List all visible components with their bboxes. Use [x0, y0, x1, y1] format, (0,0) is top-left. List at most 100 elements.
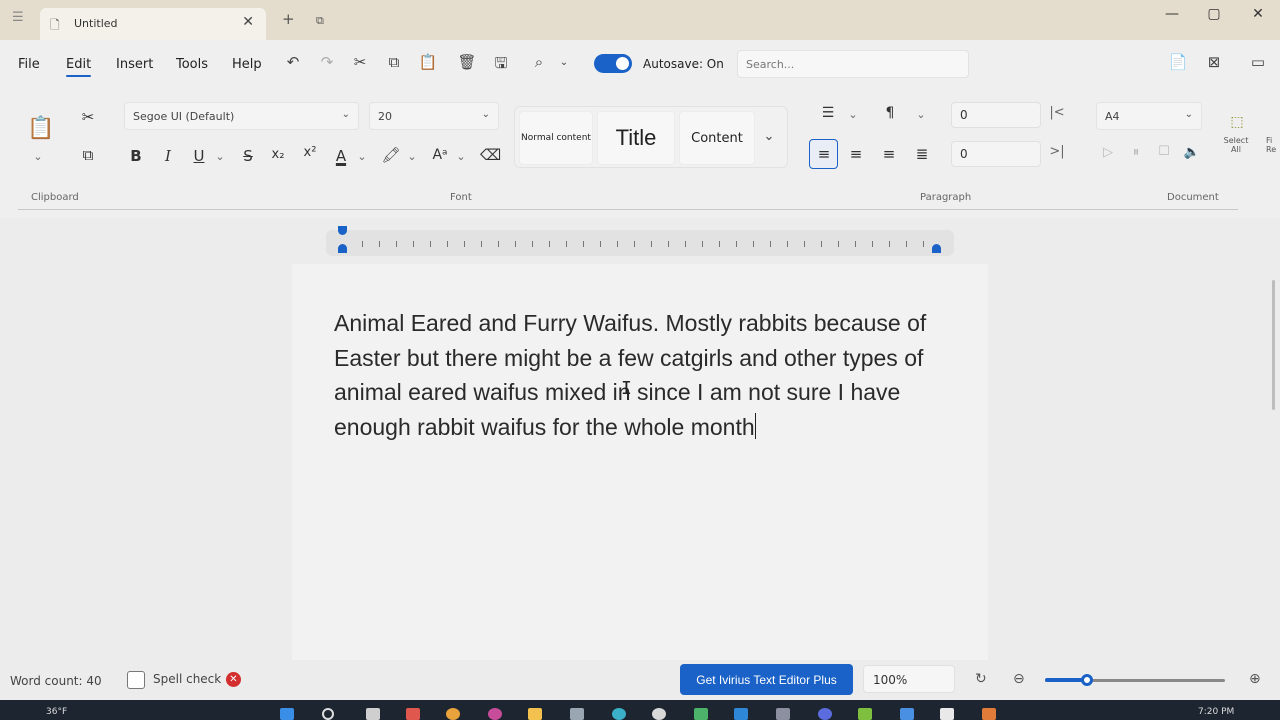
volume-icon[interactable]: 🔈 — [1182, 145, 1202, 160]
save-icon[interactable]: 🖫 — [491, 53, 511, 78]
document-tab[interactable]: 🗋 Untitled ✕ — [40, 8, 266, 40]
app-icon-7[interactable] — [818, 708, 832, 720]
underline-icon[interactable]: U — [189, 147, 209, 165]
app-icon-10[interactable] — [940, 708, 954, 720]
align-center-icon[interactable]: ≡ — [846, 145, 866, 163]
menu-tools[interactable]: Tools — [176, 57, 208, 72]
task-view-icon[interactable] — [366, 708, 380, 720]
zoom-slider-thumb[interactable] — [1081, 674, 1093, 686]
first-line-indent-marker[interactable] — [338, 226, 347, 235]
tab-manage-icon[interactable]: ⧉ — [316, 14, 324, 28]
cut-icon[interactable]: ✂ — [78, 108, 98, 126]
menu-file[interactable]: File — [18, 57, 40, 72]
app-menu-icon[interactable]: ☰ — [12, 10, 28, 26]
browser-icon[interactable] — [446, 708, 460, 720]
text-editor-taskbar-icon[interactable] — [570, 708, 584, 720]
delete-icon[interactable]: 🗑 — [457, 53, 477, 71]
stop-icon[interactable]: ☐ — [1154, 144, 1174, 159]
font-color-icon[interactable]: A — [331, 147, 351, 165]
menu-insert[interactable]: Insert — [116, 57, 153, 72]
settings-panel-icon[interactable]: ⊠ — [1204, 53, 1224, 71]
menu-help[interactable]: Help — [232, 57, 262, 72]
find-replace-label[interactable]: Fi Re — [1266, 136, 1280, 154]
autosave-toggle[interactable] — [594, 54, 632, 73]
clear-formatting-icon[interactable]: ⌫ — [480, 146, 501, 164]
decrease-indent-icon[interactable]: |< — [1047, 105, 1067, 120]
select-all-icon[interactable]: ⬚ — [1227, 114, 1247, 130]
superscript-icon[interactable]: x² — [300, 145, 320, 160]
search-taskbar-icon[interactable] — [322, 708, 334, 720]
style-content[interactable]: Content — [679, 111, 755, 165]
font-family-dropdown[interactable]: Segoe UI (Default) ⌄ — [124, 102, 359, 130]
strikethrough-icon[interactable]: S — [238, 147, 258, 165]
tab-close-icon[interactable]: ✕ — [242, 14, 254, 30]
tray-clock[interactable]: 7:20 PM — [1198, 707, 1234, 717]
copy-icon[interactable]: ⧉ — [384, 53, 404, 71]
paste-large-icon[interactable]: 📋 — [27, 116, 54, 141]
underline-options-chevron-icon[interactable]: ⌄ — [214, 150, 226, 163]
app-icon-8[interactable] — [858, 708, 872, 720]
bold-icon[interactable]: B — [126, 147, 146, 165]
cut-icon[interactable]: ✂ — [350, 53, 370, 71]
align-left-icon[interactable]: ≡ — [814, 145, 834, 163]
maximize-icon[interactable]: ▢ — [1199, 6, 1229, 22]
paste-icon[interactable]: 📋 — [418, 53, 438, 71]
style-normal-content[interactable]: Normal content — [519, 111, 593, 165]
zoom-field[interactable]: 100% — [863, 665, 955, 693]
app-icon-4[interactable] — [694, 708, 708, 720]
vertical-scrollbar[interactable] — [1272, 280, 1275, 410]
increase-indent-icon[interactable]: >| — [1047, 144, 1067, 159]
italic-icon[interactable]: I — [158, 147, 178, 165]
search-icon[interactable]: ⌕ — [529, 53, 549, 71]
text-effects-chevron-icon[interactable]: ⌄ — [455, 150, 467, 163]
file-explorer-icon[interactable] — [528, 708, 542, 720]
redo-icon[interactable]: ↷ — [317, 53, 337, 71]
font-size-dropdown[interactable]: 20 ⌄ — [369, 102, 499, 130]
indent-left-field[interactable]: 0 — [951, 102, 1041, 128]
text-effects-icon[interactable]: Aᵃ — [430, 147, 450, 163]
select-all-label[interactable]: Select All — [1219, 136, 1253, 154]
align-right-icon[interactable]: ≡ — [879, 145, 899, 163]
zoom-out-icon[interactable]: ⊖ — [1013, 671, 1025, 687]
play-icon[interactable]: ▷ — [1098, 145, 1118, 160]
paragraph-chevron-icon[interactable]: ⌄ — [915, 108, 927, 121]
document-body[interactable]: Animal Eared and Furry Waifus. Mostly ra… — [334, 306, 934, 444]
minimize-icon[interactable]: — — [1157, 6, 1187, 22]
left-indent-marker[interactable] — [338, 244, 347, 253]
styles-more-chevron-icon[interactable]: ⌄ — [763, 129, 775, 144]
document-page[interactable]: Animal Eared and Furry Waifus. Mostly ra… — [292, 264, 988, 660]
spell-check-checkbox[interactable] — [127, 671, 145, 689]
highlight-icon[interactable]: 🖍 — [381, 146, 401, 164]
copy-icon[interactable]: ⧉ — [78, 146, 98, 164]
style-title[interactable]: Title — [597, 111, 675, 165]
pause-icon[interactable]: ⏸ — [1126, 145, 1146, 160]
sidebar-icon[interactable]: ▭ — [1248, 53, 1268, 71]
reset-zoom-icon[interactable]: ↻ — [975, 671, 987, 687]
get-plus-button[interactable]: Get Ivirius Text Editor Plus — [680, 664, 853, 695]
zoom-in-icon[interactable]: ⊕ — [1249, 671, 1261, 687]
highlight-chevron-icon[interactable]: ⌄ — [406, 150, 418, 163]
notes-icon[interactable]: 📄 — [1168, 53, 1188, 71]
page-size-dropdown[interactable]: A4 ⌄ — [1096, 102, 1202, 130]
app-icon-6[interactable] — [776, 708, 790, 720]
chevron-down-icon[interactable]: ⌄ — [554, 57, 574, 68]
paste-options-chevron-icon[interactable]: ⌄ — [32, 150, 44, 163]
ruler[interactable] — [326, 226, 954, 256]
subscript-icon[interactable]: x₂ — [268, 147, 288, 162]
app-icon-2[interactable] — [488, 708, 502, 720]
paragraph-mark-icon[interactable]: ¶ — [880, 105, 900, 121]
list-chevron-icon[interactable]: ⌄ — [847, 108, 859, 121]
weather-widget[interactable]: 36°F — [46, 707, 67, 717]
undo-icon[interactable]: ↶ — [283, 53, 303, 71]
plus-icon[interactable]: + — [282, 12, 295, 27]
app-icon-5[interactable] — [734, 708, 748, 720]
right-indent-marker[interactable] — [932, 244, 941, 253]
menu-edit[interactable]: Edit — [66, 57, 92, 77]
app-icon-1[interactable] — [406, 708, 420, 720]
app-icon-9[interactable] — [900, 708, 914, 720]
app-icon-11[interactable] — [982, 708, 996, 720]
edge-icon[interactable] — [612, 708, 626, 720]
list-icon[interactable]: ☰ — [818, 105, 838, 121]
close-window-icon[interactable]: ✕ — [1243, 6, 1273, 22]
start-icon[interactable] — [280, 708, 294, 720]
